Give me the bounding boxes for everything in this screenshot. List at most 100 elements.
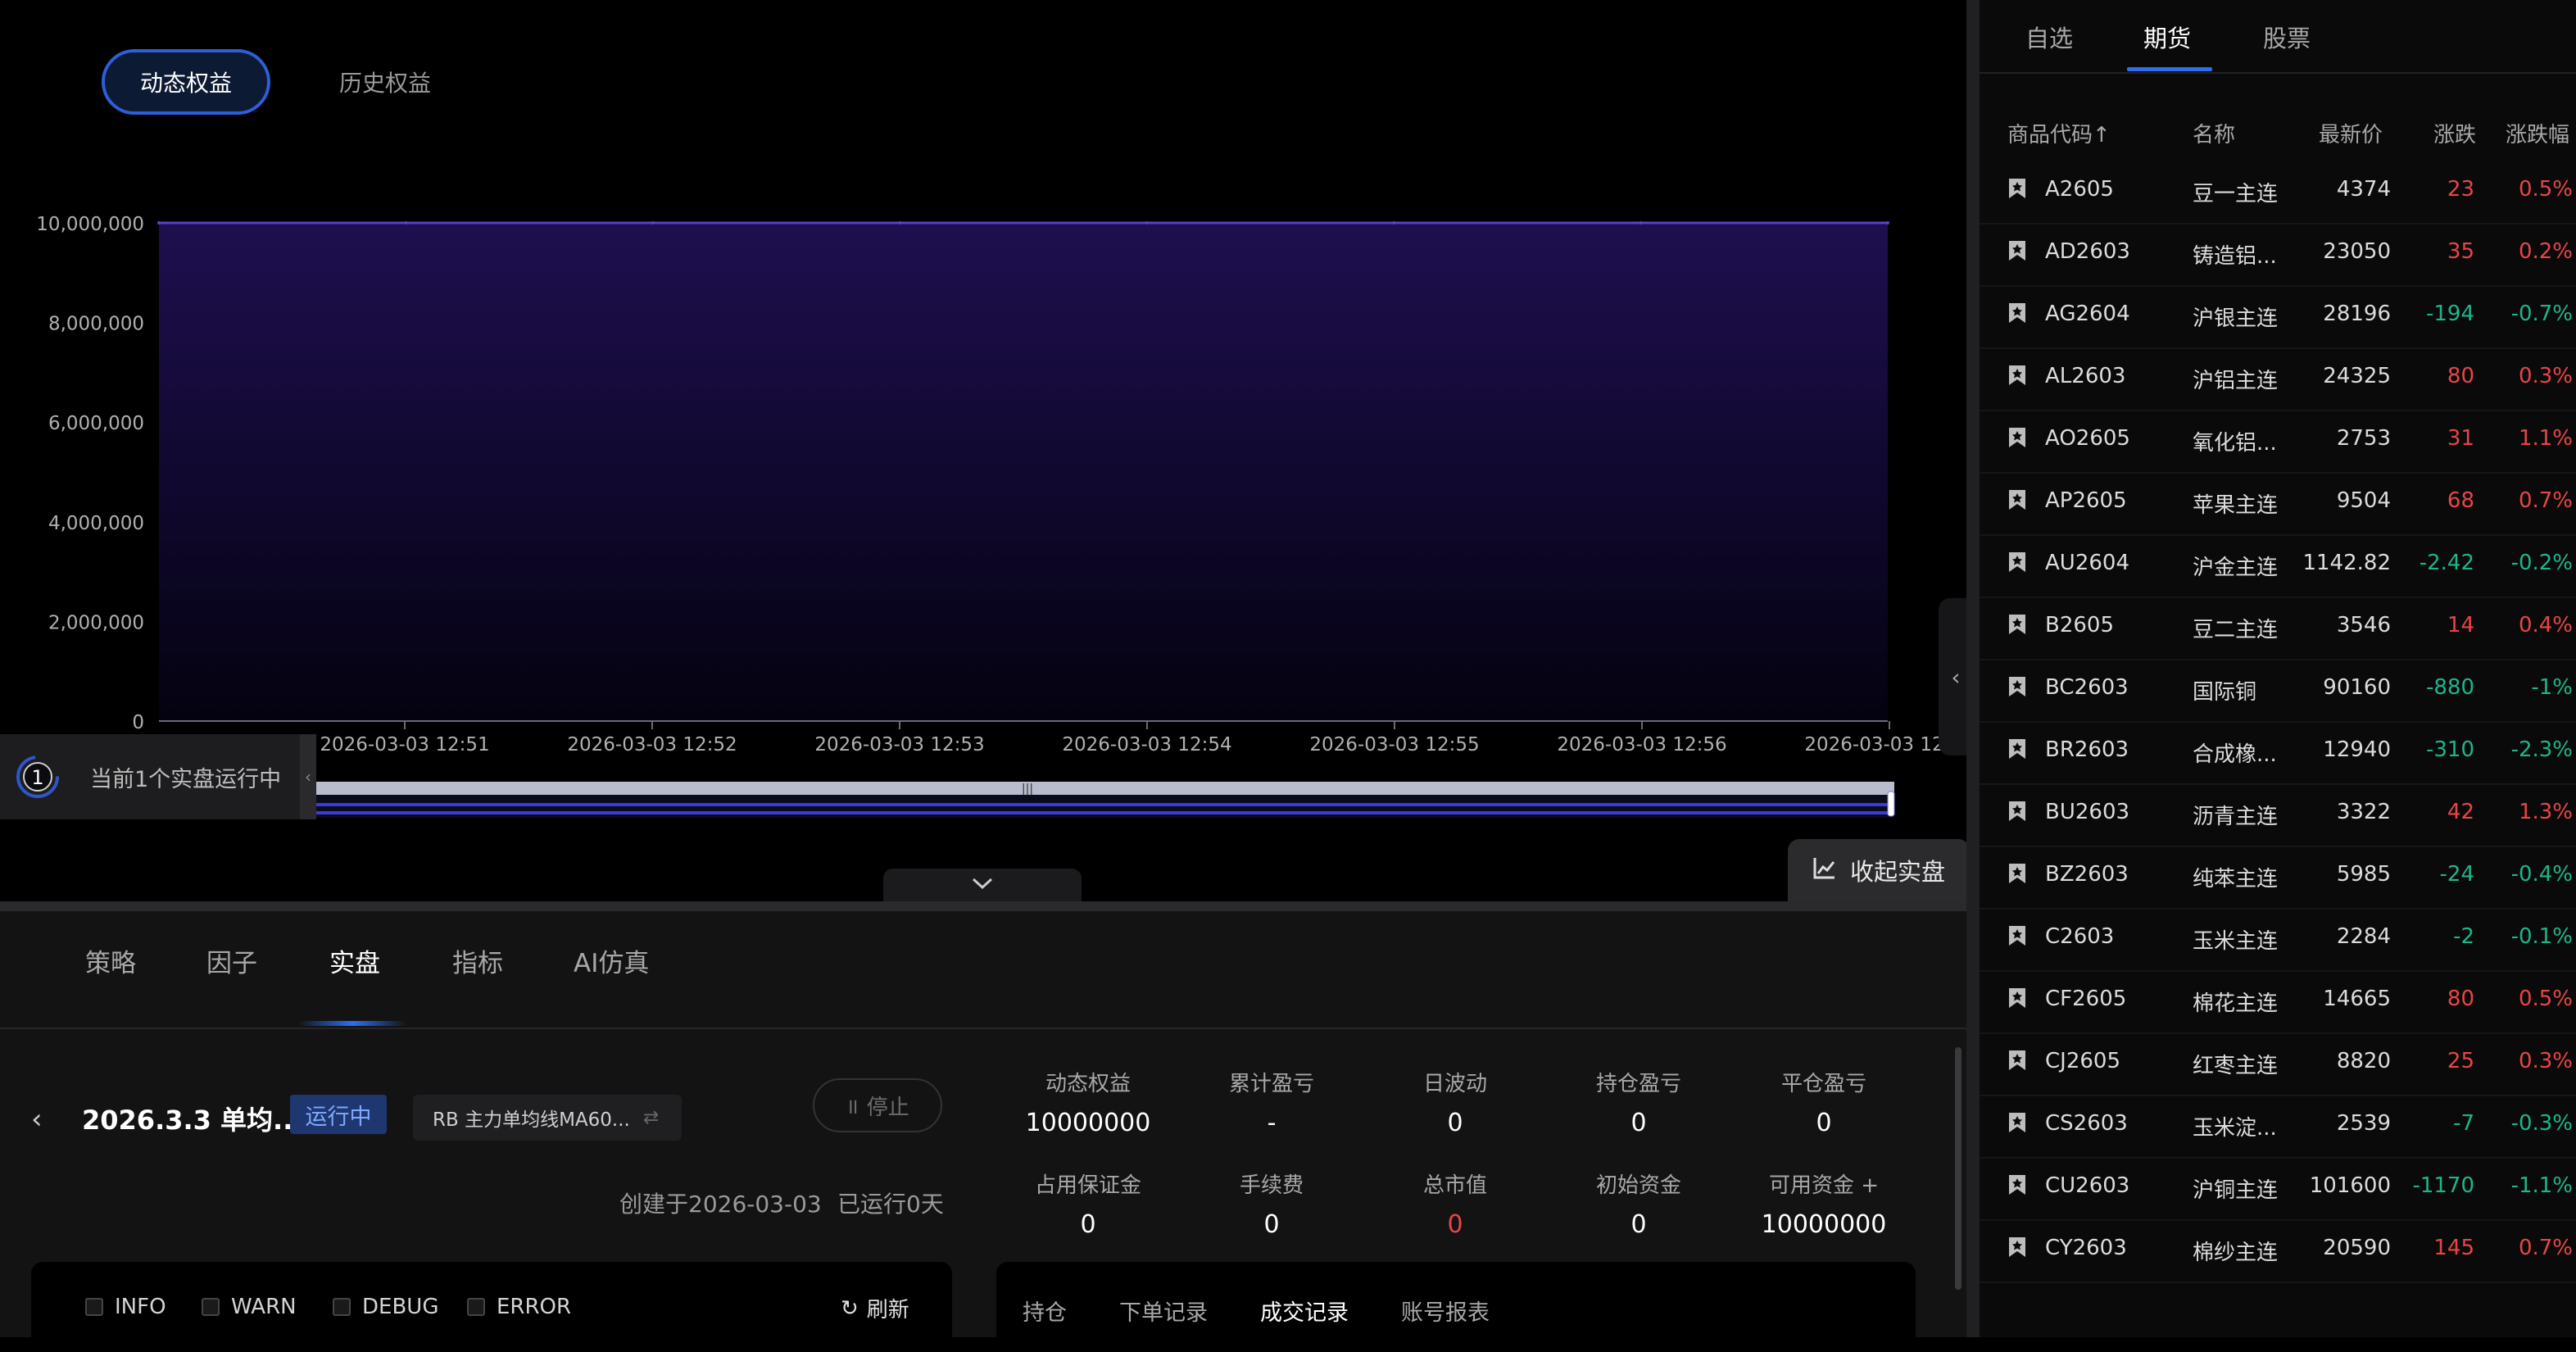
collapse-live-button[interactable]: 收起实盘 — [1788, 839, 1970, 901]
tab-order-records[interactable]: 下单记录 — [1119, 1295, 1208, 1327]
metric-dynamic-equity: 动态权益 10000000 — [1014, 1067, 1162, 1137]
bookmark-icon[interactable] — [2007, 737, 2027, 760]
bookmark-icon[interactable] — [2007, 1236, 2027, 1259]
metric-market-value: 总市值 0 — [1381, 1168, 1529, 1239]
checkbox[interactable] — [202, 1298, 220, 1316]
metric-value: 0 — [1447, 1109, 1463, 1137]
bookmark-icon[interactable] — [2007, 426, 2027, 449]
row-code: BR2603 — [2045, 737, 2129, 762]
watchlist-row[interactable]: CJ2605 红枣主连 8820 25 0.3% — [1980, 1032, 2576, 1096]
row-pct: 0.4% — [2518, 613, 2573, 637]
panel-divider[interactable] — [1966, 0, 1980, 1337]
watchlist-row[interactable]: BR2603 合成橡... 12940 -310 -2.3% — [1980, 721, 2576, 785]
checkbox[interactable] — [85, 1298, 103, 1316]
bookmark-icon[interactable] — [2007, 675, 2027, 698]
bookmark-icon[interactable] — [2007, 177, 2027, 200]
metric-value: 10000000 — [1025, 1109, 1151, 1137]
watchlist-row[interactable]: B2605 豆二主连 3546 14 0.4% — [1980, 597, 2576, 660]
watchlist-row[interactable]: BU2603 沥青主连 3322 42 1.3% — [1980, 783, 2576, 847]
watchlist-row[interactable]: BZ2603 纯苯主连 5985 -24 -0.4% — [1980, 846, 2576, 910]
log-filter-label: DEBUG — [362, 1295, 439, 1319]
row-code: AL2603 — [2045, 364, 2126, 388]
row-name: 纯苯主连 — [2193, 867, 2279, 892]
bookmark-icon[interactable] — [2007, 488, 2027, 511]
watchlist-row[interactable]: CU2603 沪铜主连 101600 -1170 -1.1% — [1980, 1157, 2576, 1221]
zoom-slider[interactable]: ||| — [316, 782, 1895, 818]
zoom-range-bar[interactable] — [316, 782, 1894, 795]
col-header-code[interactable]: 商品代码↑ — [2007, 118, 2111, 148]
log-filter-error[interactable]: ERROR — [467, 1295, 571, 1319]
tab-strategy[interactable]: 策略 — [85, 942, 136, 979]
bookmark-icon[interactable] — [2007, 1111, 2027, 1134]
tab-live[interactable]: 实盘 — [329, 942, 380, 979]
live-count-ring: 1 — [15, 754, 61, 800]
log-filter-info[interactable]: INFO — [85, 1295, 166, 1319]
row-change: 145 — [2433, 1236, 2474, 1260]
checkbox[interactable] — [333, 1298, 351, 1316]
bookmark-icon[interactable] — [2007, 1173, 2027, 1196]
bookmark-icon[interactable] — [2007, 924, 2027, 947]
row-name: 沪金主连 — [2193, 556, 2279, 580]
tab-factor[interactable]: 因子 — [206, 942, 257, 979]
metric-cumulative-pnl: 累计盈亏 - — [1198, 1067, 1345, 1137]
strategy-selector[interactable]: RB 主力单均线MA60... ⇄ — [413, 1095, 682, 1141]
watchlist-row[interactable]: A2605 豆一主连 4374 23 0.5% — [1980, 161, 2576, 225]
row-price: 2284 — [2336, 924, 2391, 949]
bookmark-icon[interactable] — [2007, 987, 2027, 1009]
row-change: 42 — [2447, 800, 2474, 824]
watchlist-row[interactable]: AG2604 沪银主连 28196 -194 -0.7% — [1980, 285, 2576, 349]
watchlist-row[interactable]: CS2603 玉米淀... 2539 -7 -0.3% — [1980, 1095, 2576, 1159]
live-running-text: 当前1个实盘运行中 — [90, 766, 282, 792]
tab-trade-records[interactable]: 成交记录 — [1260, 1295, 1349, 1327]
watchlist-row[interactable]: AL2603 沪铝主连 24325 80 0.3% — [1980, 347, 2576, 411]
metric-available-funds[interactable]: 可用资金 + 10000000 — [1750, 1168, 1898, 1239]
bookmark-icon[interactable] — [2007, 800, 2027, 823]
checkbox[interactable] — [467, 1298, 485, 1316]
tab-positions[interactable]: 持仓 — [1023, 1295, 1067, 1327]
bookmark-icon[interactable] — [2007, 1049, 2027, 1072]
zoom-handle-right[interactable] — [1887, 791, 1895, 817]
row-name: 红枣主连 — [2193, 1054, 2279, 1078]
row-change: -2 — [2453, 924, 2474, 949]
tab-stocks[interactable]: 股票 — [2263, 20, 2311, 54]
strategy-name: 2026.3.3 单均... — [82, 1105, 303, 1136]
records-panel: 持仓 下单记录 成交记录 账号报表 — [996, 1262, 1916, 1352]
bookmark-icon[interactable] — [2007, 364, 2027, 387]
data-point — [157, 221, 161, 225]
chevron-left-icon[interactable]: ‹ — [300, 734, 316, 819]
expand-panel-button[interactable] — [883, 869, 1082, 901]
tab-ai-sim[interactable]: AI仿真 — [574, 942, 649, 979]
tab-favorites[interactable]: 自选 — [2025, 20, 2073, 54]
bookmark-icon[interactable] — [2007, 239, 2027, 262]
bottom-panel: 策略 因子 实盘 指标 AI仿真 ‹ 2026.3.3 单均... 运行中 RB… — [0, 901, 1966, 1352]
row-price: 20590 — [2323, 1236, 2391, 1260]
tab-futures[interactable]: 期货 — [2143, 20, 2191, 54]
equity-chart-panel: 动态权益 历史权益 10,000,000 8,000,000 6,000,000 4,… — [0, 0, 1973, 901]
tab-indicator[interactable]: 指标 — [452, 942, 503, 979]
watchlist-row[interactable]: CY2603 棉纱主连 20590 145 0.7% — [1980, 1219, 2576, 1283]
metric-fee: 手续费 0 — [1198, 1168, 1345, 1239]
log-filter-warn[interactable]: WARN — [202, 1295, 297, 1319]
bookmark-icon[interactable] — [2007, 551, 2027, 574]
bookmark-icon[interactable] — [2007, 862, 2027, 885]
bookmark-icon[interactable] — [2007, 302, 2027, 324]
watchlist-row[interactable]: C2603 玉米主连 2284 -2 -0.1% — [1980, 908, 2576, 972]
row-name: 棉花主连 — [2193, 991, 2279, 1016]
bookmark-icon[interactable] — [2007, 613, 2027, 636]
tab-account-report[interactable]: 账号报表 — [1401, 1295, 1490, 1327]
log-filter-debug[interactable]: DEBUG — [333, 1295, 438, 1319]
watchlist-row[interactable]: CF2605 棉花主连 14665 80 0.5% — [1980, 970, 2576, 1034]
stop-button[interactable]: ॥ 停止 — [813, 1078, 942, 1132]
row-pct: 0.7% — [2518, 488, 2573, 513]
watchlist-row[interactable]: BC2603 国际铜 90160 -880 -1% — [1980, 659, 2576, 723]
vertical-scrollbar[interactable] — [1955, 1047, 1961, 1290]
live-running-indicator[interactable]: 1 当前1个实盘运行中 ‹ — [0, 734, 316, 819]
back-arrow-icon[interactable]: ‹ — [31, 1103, 43, 1136]
row-pct: -1.1% — [2510, 1173, 2573, 1198]
watchlist-row[interactable]: AU2604 沪金主连 1142.82 -2.42 -0.2% — [1980, 534, 2576, 598]
zoom-grip-icon[interactable]: ||| — [1022, 783, 1033, 796]
watchlist-row[interactable]: AD2603 铸造铝... 23050 35 0.2% — [1980, 223, 2576, 287]
refresh-button[interactable]: ↻ 刷新 — [841, 1293, 909, 1323]
watchlist-row[interactable]: AP2605 苹果主连 9504 68 0.7% — [1980, 472, 2576, 536]
watchlist-row[interactable]: AO2605 氧化铝... 2753 31 1.1% — [1980, 410, 2576, 474]
